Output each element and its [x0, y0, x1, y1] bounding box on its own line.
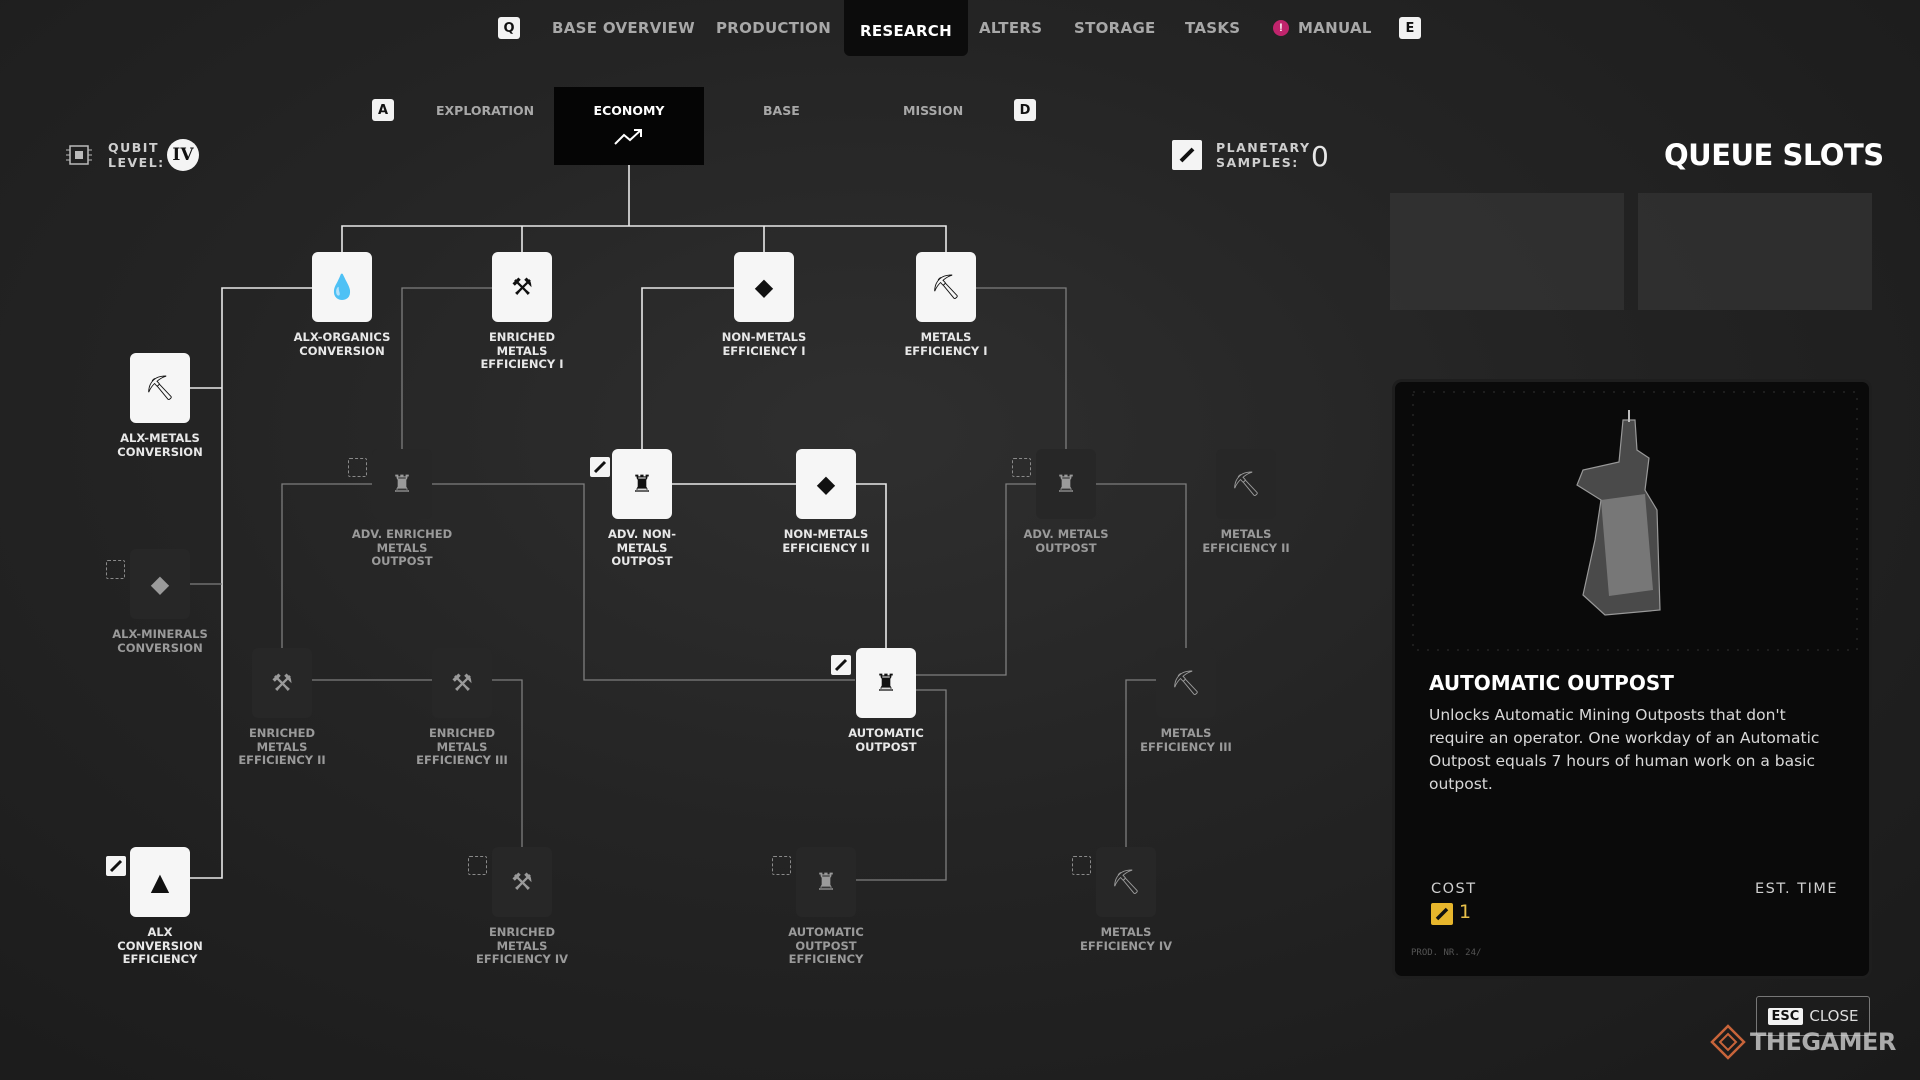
research-node-label: ALX-METALS CONVERSION	[117, 431, 203, 459]
research-node-enriched-3[interactable]: ⚒	[432, 648, 492, 718]
sample-tube-icon	[590, 457, 610, 477]
research-node-label: ENRICHED METALS EFFICIENCY II	[238, 726, 326, 767]
research-node-label: ADV. ENRICHED METALS OUTPOST	[351, 527, 453, 568]
cost-label: COST	[1431, 881, 1477, 897]
research-node-label: METALS EFFICIENCY III	[1140, 726, 1232, 754]
research-node-label: ENRICHED METALS EFFICIENCY I	[480, 330, 564, 371]
research-node-enriched-4[interactable]: ⚒	[492, 847, 552, 917]
research-node-adv-enriched-outpost[interactable]: ♜	[372, 449, 432, 519]
research-node-label: ADV. NON- METALS OUTPOST	[607, 527, 677, 568]
research-node-icon: ◆	[754, 273, 774, 301]
research-node-enriched-1[interactable]: ⚒	[492, 252, 552, 322]
research-node-icon: ⚒	[451, 669, 473, 697]
prod-number: PROD. NR. 24/	[1411, 948, 1482, 958]
sample-tube-icon	[106, 856, 126, 876]
research-node-auto-outpost-eff[interactable]: ♜	[796, 847, 856, 917]
outpost-render-image	[1412, 391, 1858, 651]
watermark: THEGAMER	[1710, 1024, 1896, 1060]
research-node-icon: ⛏	[1170, 669, 1202, 697]
queue-checkbox[interactable]	[1012, 458, 1031, 477]
research-detail-card: AUTOMATIC OUTPOST Unlocks Automatic Mini…	[1392, 379, 1872, 979]
sample-tube-icon	[1431, 903, 1453, 925]
research-node-nonmetals-2[interactable]: ◆	[796, 449, 856, 519]
research-title: AUTOMATIC OUTPOST	[1429, 671, 1674, 695]
research-node-label: ENRICHED METALS EFFICIENCY III	[416, 726, 508, 767]
research-node-icon: ⛏	[1110, 868, 1142, 896]
research-node-adv-metals-outpost[interactable]: ♜	[1036, 449, 1096, 519]
research-description: Unlocks Automatic Mining Outposts that d…	[1429, 706, 1820, 793]
research-node-icon: ⚒	[271, 669, 293, 697]
queue-checkbox[interactable]	[1072, 856, 1091, 875]
research-node-alx-minerals[interactable]: ◆	[130, 549, 190, 619]
research-node-automatic-outpost[interactable]: ♜	[856, 648, 916, 718]
research-node-icon: ◆	[816, 470, 836, 498]
research-node-metals-4[interactable]: ⛏	[1096, 847, 1156, 917]
research-node-label: AUTOMATIC OUTPOST EFFICIENCY	[788, 925, 864, 966]
research-node-icon: ⚒	[511, 273, 533, 301]
research-node-icon: ⛏	[1230, 470, 1262, 498]
close-label: CLOSE	[1809, 1007, 1859, 1025]
research-node-icon: ⛏	[144, 374, 176, 402]
research-node-label: NON-METALS EFFICIENCY II	[782, 527, 870, 555]
research-node-alx-organics[interactable]: 💧	[312, 252, 372, 322]
thegamer-logo-icon	[1710, 1024, 1746, 1060]
queue-checkbox[interactable]	[106, 560, 125, 579]
research-node-label: METALS EFFICIENCY II	[1202, 527, 1290, 555]
research-node-nonmetals-1[interactable]: ◆	[734, 252, 794, 322]
research-node-icon: ♜	[1055, 470, 1077, 498]
watermark-text: THEGAMER	[1750, 1028, 1896, 1056]
research-node-metals-3[interactable]: ⛏	[1156, 648, 1216, 718]
research-node-alx-conversion-eff[interactable]: ▲	[130, 847, 190, 917]
queue-checkbox[interactable]	[772, 856, 791, 875]
research-node-icon: ♜	[875, 669, 897, 697]
cost-value: 1	[1459, 901, 1472, 923]
queue-checkbox[interactable]	[468, 856, 487, 875]
est-time-label: EST. TIME	[1755, 881, 1839, 897]
research-node-label: METALS EFFICIENCY I	[904, 330, 988, 358]
research-node-alx-metals[interactable]: ⛏	[130, 353, 190, 423]
research-node-icon: ▲	[150, 868, 170, 896]
esc-key: ESC	[1767, 1007, 1804, 1025]
research-node-metals-2[interactable]: ⛏	[1216, 449, 1276, 519]
research-node-label: AUTOMATIC OUTPOST	[848, 726, 924, 754]
research-node-label: ALX-MINERALS CONVERSION	[112, 627, 208, 655]
research-node-adv-nonmetals-outpost[interactable]: ♜	[612, 449, 672, 519]
sample-tube-icon	[831, 655, 851, 675]
research-node-icon: ♜	[631, 470, 653, 498]
research-node-label: ADV. METALS OUTPOST	[1023, 527, 1109, 555]
research-node-icon: ◆	[150, 570, 170, 598]
research-node-label: ENRICHED METALS EFFICIENCY IV	[476, 925, 568, 966]
research-node-label: NON-METALS EFFICIENCY I	[721, 330, 807, 358]
research-node-label: ALX-ORGANICS CONVERSION	[293, 330, 391, 358]
research-node-icon: ⛏	[930, 273, 962, 301]
research-node-icon: ♜	[815, 868, 837, 896]
research-node-label: ALX CONVERSION EFFICIENCY	[117, 925, 203, 966]
research-node-metals-1[interactable]: ⛏	[916, 252, 976, 322]
research-node-enriched-2[interactable]: ⚒	[252, 648, 312, 718]
research-node-label: METALS EFFICIENCY IV	[1080, 925, 1172, 953]
research-node-icon: ⚒	[511, 868, 533, 896]
research-node-icon: ♜	[391, 470, 413, 498]
queue-checkbox[interactable]	[348, 458, 367, 477]
research-node-icon: 💧	[327, 273, 357, 301]
